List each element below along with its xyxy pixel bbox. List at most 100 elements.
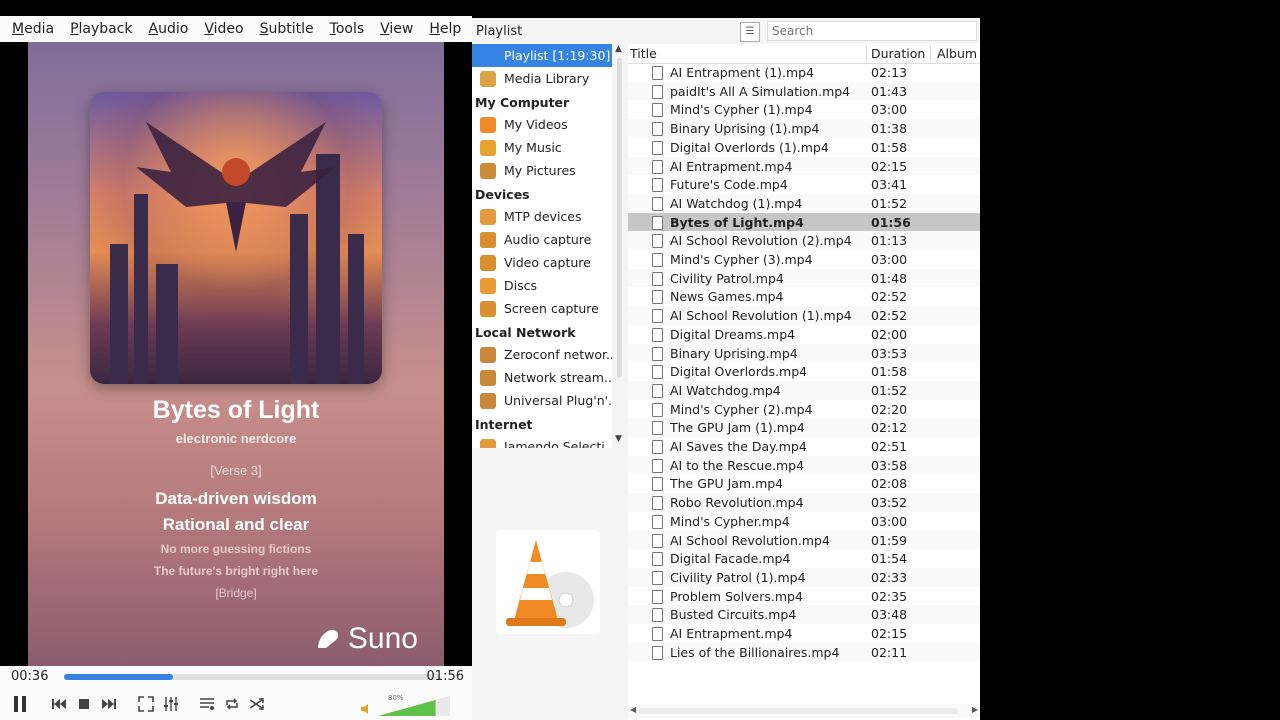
menu-video[interactable]: Video bbox=[196, 21, 251, 37]
scroll-up-icon[interactable]: ▲ bbox=[615, 44, 622, 54]
view-mode-button[interactable]: ☰ bbox=[740, 22, 760, 42]
sidebar-scrollbar[interactable]: ▲ ▼ bbox=[612, 44, 628, 448]
playlist-header: Playlist ☰ bbox=[472, 18, 980, 44]
table-row[interactable]: Digital Facade.mp4 01:54 bbox=[628, 549, 980, 568]
row-duration: 02:20 bbox=[871, 401, 908, 417]
row-duration: 01:58 bbox=[871, 364, 908, 380]
row-title: Digital Overlords.mp4 bbox=[670, 364, 808, 380]
table-row[interactable]: Lies of the Billionaires.mp4 02:11 bbox=[628, 642, 980, 662]
table-row[interactable]: AI Watchdog.mp4 01:52 bbox=[628, 380, 980, 400]
extended-settings-button[interactable] bbox=[161, 694, 181, 714]
table-row[interactable]: Problem Solvers.mp4 02:35 bbox=[628, 587, 980, 606]
menu-tools[interactable]: Tools bbox=[322, 21, 373, 37]
menu-audio[interactable]: Audio bbox=[141, 21, 197, 37]
file-icon bbox=[652, 570, 663, 585]
table-row[interactable]: Mind's Cypher (2).mp4 02:20 bbox=[628, 400, 980, 419]
row-title: Mind's Cypher (1).mp4 bbox=[670, 102, 813, 118]
phone-icon bbox=[480, 208, 496, 225]
video-area[interactable]: Bytes of Light electronic nerdcore [Vers… bbox=[28, 42, 444, 666]
table-row[interactable]: Bytes of Light.mp4 01:56 bbox=[628, 212, 980, 232]
lyric-line: [Verse 3] bbox=[210, 463, 262, 478]
previous-button[interactable] bbox=[49, 694, 69, 714]
table-row[interactable]: The GPU Jam.mp4 02:08 bbox=[628, 474, 980, 493]
sidebar-item-label: Zeroconf networ... bbox=[504, 347, 612, 362]
table-row[interactable]: paidIt's All A Simulation.mp4 01:43 bbox=[628, 81, 980, 101]
sidebar-item-my-videos[interactable]: My Videos bbox=[472, 113, 612, 136]
next-button[interactable] bbox=[99, 694, 119, 714]
table-row[interactable]: Civility Patrol (1).mp4 02:33 bbox=[628, 567, 980, 587]
fullscreen-button[interactable] bbox=[136, 694, 156, 714]
row-duration: 02:52 bbox=[871, 289, 908, 305]
menu-subtitle[interactable]: Subtitle bbox=[252, 21, 322, 37]
table-row[interactable]: AI to the Rescue.mp4 03:58 bbox=[628, 455, 980, 475]
sidebar-item-discs[interactable]: Discs bbox=[472, 274, 612, 297]
menu-view[interactable]: View bbox=[372, 21, 421, 37]
seek-slider[interactable] bbox=[64, 674, 440, 680]
column-title-header[interactable]: Title bbox=[630, 46, 657, 61]
table-row[interactable]: AI School Revolution.mp4 01:59 bbox=[628, 530, 980, 550]
table-row[interactable]: Future's Code.mp4 03:41 bbox=[628, 175, 980, 194]
file-icon bbox=[652, 103, 663, 118]
sidebar-item-audio-capture[interactable]: Audio capture bbox=[472, 228, 612, 251]
playlist-icon bbox=[480, 47, 496, 64]
row-duration: 02:00 bbox=[871, 326, 908, 342]
table-row[interactable]: The GPU Jam (1).mp4 02:12 bbox=[628, 418, 980, 437]
sidebar-item-media-library[interactable]: Media Library bbox=[472, 67, 612, 90]
file-icon bbox=[652, 140, 663, 155]
table-row[interactable]: Binary Uprising (1).mp4 01:38 bbox=[628, 119, 980, 138]
table-row[interactable]: Busted Circuits.mp4 03:48 bbox=[628, 605, 980, 624]
sidebar-item-universal-plug-n[interactable]: Universal Plug'n'... bbox=[472, 389, 612, 412]
menu-help[interactable]: Help bbox=[421, 21, 469, 37]
control-bar: 80% bbox=[0, 688, 472, 720]
sidebar-item-zeroconf-networ[interactable]: Zeroconf networ... bbox=[472, 343, 612, 366]
scroll-right-icon[interactable]: ▶ bbox=[972, 705, 978, 714]
pause-button[interactable] bbox=[9, 694, 31, 714]
music-note-icon bbox=[480, 139, 496, 156]
table-row[interactable]: News Games.mp4 02:52 bbox=[628, 287, 980, 306]
table-row[interactable]: Digital Overlords (1).mp4 01:58 bbox=[628, 138, 980, 157]
volume-slider[interactable]: 80% bbox=[360, 694, 452, 716]
table-row[interactable]: AI Saves the Day.mp4 02:51 bbox=[628, 437, 980, 456]
stop-button[interactable] bbox=[74, 694, 94, 714]
table-row[interactable]: AI School Revolution (2).mp4 01:13 bbox=[628, 231, 980, 250]
file-icon bbox=[652, 589, 663, 604]
scroll-down-icon[interactable]: ▼ bbox=[615, 434, 622, 444]
horizontal-scroll-thumb[interactable] bbox=[638, 708, 958, 714]
column-album-header[interactable]: Album bbox=[937, 46, 977, 61]
playlist-toggle-button[interactable] bbox=[197, 694, 217, 714]
table-row[interactable]: Mind's Cypher.mp4 03:00 bbox=[628, 512, 980, 531]
scroll-left-icon[interactable]: ◀ bbox=[630, 705, 636, 714]
table-row[interactable]: Civility Patrol.mp4 01:48 bbox=[628, 268, 980, 288]
shuffle-button[interactable] bbox=[247, 694, 267, 714]
table-row[interactable]: Robo Revolution.mp4 03:52 bbox=[628, 493, 980, 512]
sidebar-item-playlist-1-19-30[interactable]: Playlist [1:19:30] bbox=[472, 44, 612, 67]
loop-button[interactable] bbox=[222, 694, 242, 714]
table-row[interactable]: Digital Overlords.mp4 01:58 bbox=[628, 362, 980, 381]
sidebar-item-video-capture[interactable]: Video capture bbox=[472, 251, 612, 274]
file-icon bbox=[652, 215, 663, 230]
table-row[interactable]: AI Entrapment (1).mp4 02:13 bbox=[628, 63, 980, 82]
table-row[interactable]: AI Entrapment.mp4 02:15 bbox=[628, 624, 980, 643]
horizontal-scrollbar[interactable]: ◀ ▶ bbox=[628, 704, 980, 718]
sidebar-item-mtp-devices[interactable]: MTP devices bbox=[472, 205, 612, 228]
sidebar-section-local-network: Local Network bbox=[475, 325, 576, 340]
sidebar-item-my-music[interactable]: My Music bbox=[472, 136, 612, 159]
sidebar-item-screen-capture[interactable]: Screen capture bbox=[472, 297, 612, 320]
table-row[interactable]: AI School Revolution (1).mp4 02:52 bbox=[628, 306, 980, 325]
column-duration-header[interactable]: Duration bbox=[871, 46, 925, 61]
row-duration: 01:58 bbox=[871, 139, 908, 155]
table-row[interactable]: Mind's Cypher (3).mp4 03:00 bbox=[628, 250, 980, 269]
table-row[interactable]: Digital Dreams.mp4 02:00 bbox=[628, 325, 980, 344]
playlist-search-input[interactable] bbox=[767, 21, 977, 41]
sidebar-item-jamendo-selecti[interactable]: Jamendo Selecti... bbox=[472, 435, 612, 448]
table-row[interactable]: Binary Uprising.mp4 03:53 bbox=[628, 343, 980, 363]
menu-media[interactable]: Media bbox=[4, 21, 62, 37]
sidebar-item-my-pictures[interactable]: My Pictures bbox=[472, 159, 612, 182]
row-title: AI Watchdog (1).mp4 bbox=[670, 195, 803, 211]
table-row[interactable]: Mind's Cypher (1).mp4 03:00 bbox=[628, 100, 980, 119]
table-row[interactable]: AI Entrapment.mp4 02:15 bbox=[628, 156, 980, 176]
menu-playback[interactable]: Playback bbox=[62, 21, 140, 37]
sidebar-scroll-thumb[interactable] bbox=[617, 58, 622, 378]
table-row[interactable]: AI Watchdog (1).mp4 01:52 bbox=[628, 193, 980, 213]
sidebar-item-network-stream[interactable]: Network stream... bbox=[472, 366, 612, 389]
